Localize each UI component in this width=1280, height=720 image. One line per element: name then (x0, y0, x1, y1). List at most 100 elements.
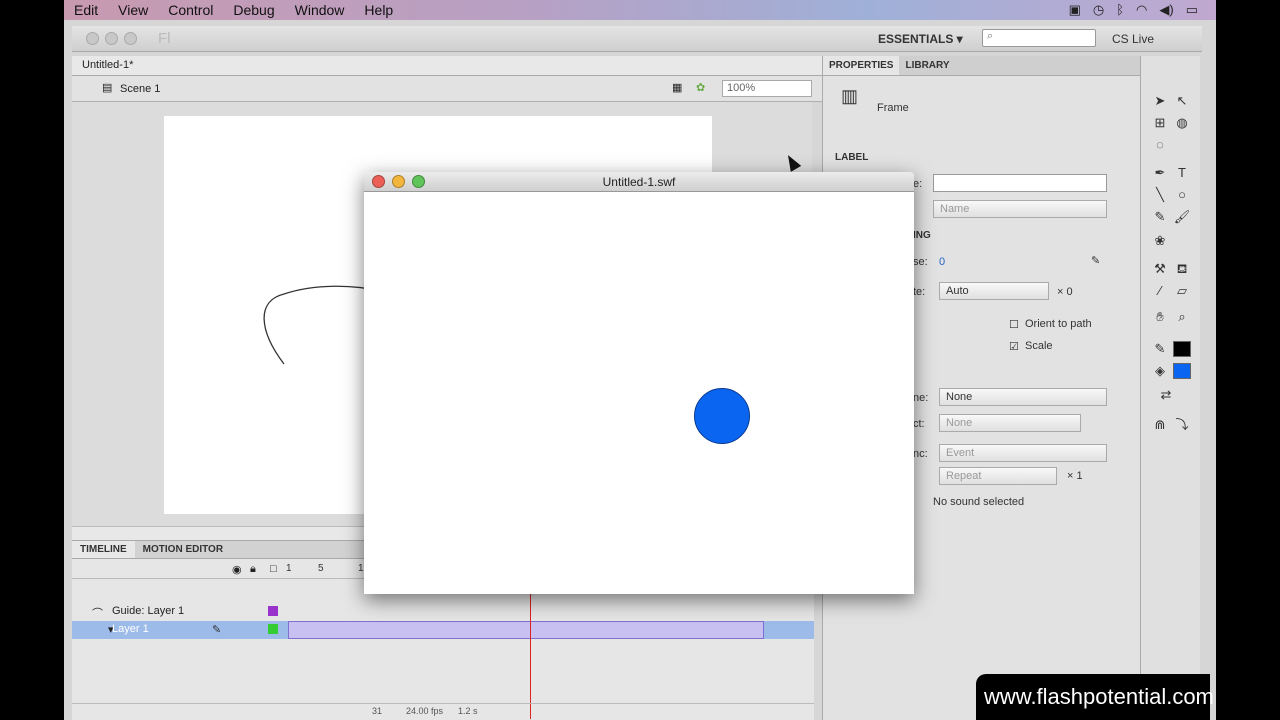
app-titlebar: Fl ESSENTIALS ▾ ⌕ CS Live (72, 26, 1202, 52)
sound-name-select[interactable]: None (939, 388, 1107, 406)
layer-name[interactable]: Layer 1 (112, 623, 149, 635)
layer-color-swatch[interactable] (268, 606, 278, 616)
frame-rate[interactable]: 24.00 fps (406, 706, 443, 716)
sync-caption: nc: (913, 448, 928, 460)
bone-tool-icon[interactable]: ⚒ (1151, 260, 1169, 278)
oval-tool-icon[interactable]: ○ (1173, 186, 1191, 204)
minimize-button[interactable] (105, 32, 118, 45)
edit-scene-icon[interactable]: ▦ (672, 81, 682, 94)
eyedropper-icon[interactable]: ⁄ (1151, 282, 1169, 300)
elapsed-time: 1.2 s (458, 706, 478, 716)
blue-ball (694, 388, 750, 444)
edit-symbols-icon[interactable]: ✿ (696, 81, 705, 94)
time-machine-icon[interactable]: ◷ (1093, 2, 1104, 18)
3d-rotation-icon[interactable]: ◍ (1173, 114, 1191, 132)
subselection-tool-icon[interactable]: ↖ (1173, 92, 1191, 110)
orient-to-path-label: Orient to path (1025, 318, 1092, 330)
deco-tool-icon[interactable]: ❀ (1151, 232, 1169, 250)
window-controls (86, 32, 137, 45)
document-tab[interactable]: Untitled-1* (82, 59, 133, 71)
battery-icon[interactable]: ▭ (1186, 2, 1198, 18)
pencil-tool-icon[interactable]: ✎ (1151, 208, 1169, 226)
rotate-times[interactable]: × 0 (1057, 286, 1073, 298)
volume-icon[interactable]: ◀) (1159, 2, 1173, 18)
playhead[interactable] (530, 579, 531, 719)
edit-easing-icon[interactable]: ✎ (1091, 254, 1100, 267)
frame-number: 5 (318, 563, 324, 574)
free-transform-icon[interactable]: ⊞ (1151, 114, 1169, 132)
stroke-color-swatch[interactable] (1173, 341, 1191, 357)
frame-type-icon: ▥ (841, 86, 859, 106)
lock-icon[interactable]: 🔒︎ (250, 563, 256, 576)
line-tool-icon[interactable]: ╲ (1151, 186, 1169, 204)
menu-edit[interactable]: Edit (64, 2, 108, 18)
layer-row-guide[interactable]: ⌒ Guide: Layer 1 (72, 603, 814, 621)
tab-library[interactable]: LIBRARY (899, 56, 955, 75)
eye-icon[interactable]: ◉ (232, 563, 242, 576)
wifi-icon[interactable]: ◠ (1136, 2, 1147, 18)
zoom-field[interactable]: 100% (722, 80, 812, 97)
help-search-input[interactable]: ⌕ (982, 29, 1096, 47)
zoom-button[interactable] (124, 32, 137, 45)
frame-number: 1 (286, 563, 292, 574)
pen-tool-icon[interactable]: ✒ (1151, 164, 1169, 182)
scale-checkbox[interactable]: ☑ (1009, 340, 1019, 353)
eraser-icon[interactable]: ▱ (1173, 282, 1191, 300)
cs-live-button[interactable]: CS Live (1112, 32, 1154, 46)
tween-span[interactable] (288, 621, 764, 639)
camera-icon[interactable]: ▣ (1069, 2, 1081, 18)
lasso-icon[interactable]: ◌ (1151, 136, 1169, 154)
frame-number: 1 (358, 563, 364, 574)
menu-debug[interactable]: Debug (223, 2, 284, 18)
label-type-select[interactable]: Name (933, 200, 1107, 218)
scene-name[interactable]: Scene 1 (120, 83, 160, 95)
label-name-caption: e: (913, 178, 923, 190)
fill-color-swatch[interactable] (1173, 363, 1191, 379)
fill-color-icon: ◈ (1155, 363, 1165, 378)
paint-bucket-icon[interactable]: ⛾ (1173, 260, 1191, 278)
search-icon: ⌕ (987, 30, 994, 42)
swf-titlebar[interactable]: Untitled-1.swf (364, 172, 914, 192)
menu-view[interactable]: View (108, 2, 158, 18)
bluetooth-icon[interactable]: ᛒ (1116, 2, 1124, 18)
menu-window[interactable]: Window (285, 2, 355, 18)
close-button[interactable] (86, 32, 99, 45)
panel-tabs: PROPERTIES LIBRARY (823, 56, 1140, 76)
outline-icon[interactable]: □ (270, 563, 277, 575)
repeat-count[interactable]: × 1 (1067, 470, 1083, 482)
timeline-status-bar: 31 24.00 fps 1.2 s (72, 703, 814, 719)
sync-select[interactable]: Event (939, 444, 1107, 462)
selection-tool-icon[interactable]: ➤ (1151, 92, 1169, 110)
repeat-select[interactable]: Repeat (939, 467, 1057, 485)
workspace-switcher[interactable]: ESSENTIALS ▾ (878, 32, 963, 46)
pencil-icon: ✎ (212, 624, 222, 636)
mac-menubar: Edit View Control Debug Window Help ▣ ◷ … (64, 0, 1216, 20)
ease-value[interactable]: 0 (939, 256, 945, 268)
tweening-section[interactable]: ING (913, 230, 931, 241)
flash-logo: Fl (158, 30, 171, 47)
rotate-select[interactable]: Auto (939, 282, 1049, 300)
tab-motion-editor[interactable]: MOTION EDITOR (135, 541, 231, 558)
layer-row-selected[interactable]: ▾ Layer 1 ✎ (72, 621, 814, 639)
text-tool-icon[interactable]: T (1173, 164, 1191, 182)
zoom-tool-icon[interactable]: ⌕ (1173, 308, 1191, 326)
frame-label-input[interactable] (933, 174, 1107, 192)
smooth-icon[interactable]: ⤵ (1173, 416, 1191, 434)
tab-timeline[interactable]: TIMELINE (72, 541, 135, 558)
section-label[interactable]: LABEL (835, 152, 868, 163)
layer-color-swatch[interactable] (268, 624, 278, 634)
brush-tool-icon[interactable]: 🖌︎ (1173, 208, 1191, 226)
menu-control[interactable]: Control (158, 2, 223, 18)
scene-icon: ▤ (102, 82, 113, 94)
no-sound-label: No sound selected (933, 496, 1025, 508)
tab-properties[interactable]: PROPERTIES (823, 56, 900, 75)
swap-colors-icon[interactable]: ⇄ (1157, 386, 1175, 404)
layer-name[interactable]: Guide: Layer 1 (112, 605, 184, 617)
hand-tool-icon[interactable]: ✋︎ (1151, 308, 1169, 326)
guide-layer-icon: ⌒ (92, 608, 103, 620)
effect-select[interactable]: None (939, 414, 1081, 432)
snap-to-objects-icon[interactable]: ⋒ (1151, 416, 1169, 434)
selection-type: Frame (877, 102, 909, 114)
menu-help[interactable]: Help (354, 2, 403, 18)
orient-checkbox[interactable]: ☐ (1009, 318, 1019, 331)
